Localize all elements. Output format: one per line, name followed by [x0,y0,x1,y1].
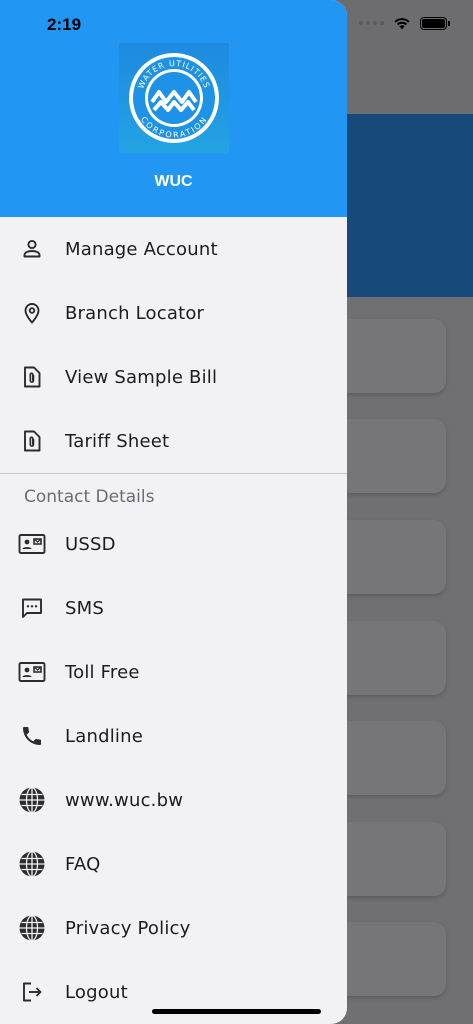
menu-item-label: Branch Locator [65,302,205,324]
wifi-icon [394,18,410,30]
menu-item-website[interactable]: www.wuc.bw [0,768,347,832]
menu-item-label: SMS [65,597,104,619]
document-attachment-icon [18,427,46,455]
background-card [330,419,446,493]
home-indicator[interactable] [152,1009,321,1014]
contact-card-icon [18,530,46,558]
navigation-drawer: WATER UTILITIES CORPORATION WUC Manage A… [0,0,347,1024]
wuc-logo: WATER UTILITIES CORPORATION [119,43,229,153]
location-pin-icon [18,299,46,327]
background-card [330,621,446,695]
background-card [330,922,446,996]
globe-icon [18,850,46,878]
menu-item-manage-account[interactable]: Manage Account [0,217,347,281]
background-card [330,319,446,393]
person-icon [18,235,46,263]
status-icons [359,16,450,30]
message-dots-icon [18,594,46,622]
menu-item-faq[interactable]: FAQ [0,832,347,896]
menu-item-toll-free[interactable]: Toll Free [0,640,347,704]
menu-item-label: View Sample Bill [65,366,218,388]
document-attachment-icon [18,363,46,391]
cellular-signal-icon [359,21,384,25]
menu-item-ussd[interactable]: USSD [0,512,347,576]
wuc-logo-icon: WATER UTILITIES CORPORATION [129,53,219,143]
menu-divider [0,473,347,474]
menu-item-label: Toll Free [65,661,140,683]
contact-card-icon [18,658,46,686]
globe-icon [18,786,46,814]
menu-item-logout[interactable]: Logout [0,960,347,1024]
menu-item-landline[interactable]: Landline [0,704,347,768]
menu-item-label: Manage Account [65,238,218,260]
globe-icon [18,914,46,942]
background-card [330,520,446,594]
menu-item-tariff-sheet[interactable]: Tariff Sheet [0,409,347,473]
menu-item-label: FAQ [65,853,101,875]
menu-item-label: Tariff Sheet [65,430,170,452]
menu-item-label: www.wuc.bw [65,789,184,811]
app-name: WUC [154,173,193,190]
menu-item-label: Privacy Policy [65,917,191,939]
battery-icon [420,16,450,30]
background-card [330,822,446,896]
menu-item-privacy-policy[interactable]: Privacy Policy [0,896,347,960]
phone-icon [18,722,46,750]
menu-item-label: USSD [65,533,116,555]
menu-item-label: Logout [65,981,128,1003]
contact-details-heading: Contact Details [24,487,155,507]
status-time: 2:19 [47,15,82,34]
menu-item-label: Landline [65,725,143,747]
menu-item-branch-locator[interactable]: Branch Locator [0,281,347,345]
logout-icon [18,978,46,1006]
background-card [330,721,446,795]
menu-item-sms[interactable]: SMS [0,576,347,640]
menu-item-view-sample-bill[interactable]: View Sample Bill [0,345,347,409]
